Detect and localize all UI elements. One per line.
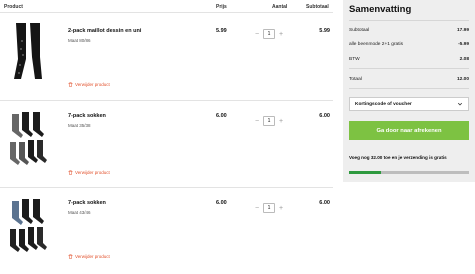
summary-title: Samenvatting	[349, 4, 412, 15]
remove-label: Verwijder product	[75, 170, 110, 175]
cart-table: Product Prijs Aantal Subtotaal 2-pack ma…	[0, 0, 336, 264]
remove-product-button[interactable]: Verwijder product	[68, 82, 110, 87]
summary-label: alle beenmode 2+1 gratis	[349, 42, 404, 47]
decrease-quantity-button[interactable]: −	[251, 115, 263, 127]
quantity-stepper: − 1 +	[251, 115, 291, 127]
free-shipping-note: Voeg nog 32.00 toe en je verzending is g…	[349, 155, 447, 160]
product-subtotal: 6.00	[319, 113, 330, 119]
summary-divider	[349, 68, 469, 69]
product-subtotal: 6.00	[319, 200, 330, 206]
trash-icon	[68, 254, 73, 259]
progress-fill	[349, 171, 382, 174]
header-subtotal: Subtotaal	[306, 4, 329, 10]
remove-label: Verwijder product	[75, 82, 110, 87]
remove-product-button[interactable]: Verwijder product	[68, 170, 110, 175]
summary-row-subtotal: Subtotaal 17.99	[349, 28, 469, 33]
product-subtotal: 5.99	[319, 28, 330, 34]
voucher-dropdown[interactable]: Kortingscode of voucher	[349, 97, 469, 111]
socks-product-image[interactable]	[6, 199, 50, 261]
header-product: Product	[4, 4, 23, 10]
summary-value: 12.00	[456, 77, 469, 82]
summary-value: 2.08	[459, 57, 469, 62]
summary-divider	[349, 20, 469, 21]
product-price: 5.99	[216, 28, 227, 34]
voucher-label: Kortingscode of voucher	[355, 101, 412, 107]
product-name[interactable]: 2-pack maillot dessin en uni	[68, 28, 141, 34]
quantity-input[interactable]: 1	[263, 116, 275, 126]
tights-product-image[interactable]	[6, 21, 50, 83]
quantity-input[interactable]: 1	[263, 203, 275, 213]
decrease-quantity-button[interactable]: −	[251, 28, 263, 40]
trash-icon	[68, 82, 73, 87]
summary-label: Subtotaal	[349, 28, 370, 33]
header-price: Prijs	[216, 4, 227, 10]
increase-quantity-button[interactable]: +	[275, 28, 287, 40]
decrease-quantity-button[interactable]: −	[251, 202, 263, 214]
header-quantity: Aantal	[272, 4, 288, 10]
remove-product-button[interactable]: Verwijder product	[68, 254, 110, 259]
order-summary-panel: Samenvatting Subtotaal 17.99 alle beenmo…	[343, 0, 475, 182]
quantity-stepper: − 1 +	[251, 28, 291, 40]
remove-label: Verwijder product	[75, 254, 110, 259]
summary-label: BTW	[349, 57, 360, 62]
summary-value: -5.99	[458, 42, 469, 47]
increase-quantity-button[interactable]: +	[275, 202, 287, 214]
product-price: 6.00	[216, 200, 227, 206]
product-size: Maat 35/38	[68, 123, 91, 128]
socks-product-image[interactable]	[6, 112, 50, 174]
summary-row-vat: BTW 2.08	[349, 57, 469, 62]
summary-divider	[349, 88, 469, 89]
summary-label: Totaal	[349, 77, 362, 82]
checkout-button[interactable]: Ga door naar afrekenen	[349, 121, 469, 140]
free-shipping-progress	[349, 171, 469, 174]
summary-row-discount: alle beenmode 2+1 gratis -5.99	[349, 42, 469, 47]
quantity-input[interactable]: 1	[263, 29, 275, 39]
summary-value: 17.99	[456, 28, 469, 33]
product-name[interactable]: 7-pack sokken	[68, 200, 106, 206]
trash-icon	[68, 170, 73, 175]
product-price: 6.00	[216, 113, 227, 119]
increase-quantity-button[interactable]: +	[275, 115, 287, 127]
chevron-down-icon	[457, 102, 463, 106]
quantity-stepper: − 1 +	[251, 202, 291, 214]
product-name[interactable]: 7-pack sokken	[68, 113, 106, 119]
summary-row-total: Totaal 12.00	[349, 77, 469, 82]
cart-item: 7-pack sokken Maat 35/38 Verwijder produ…	[0, 101, 336, 187]
cart-item: 7-pack sokken Maat 43/46 Verwijder produ…	[0, 188, 336, 274]
product-size: Maat 80/86	[68, 38, 91, 43]
cart-item: 2-pack maillot dessin en uni Maat 80/86 …	[0, 13, 336, 99]
product-size: Maat 43/46	[68, 210, 91, 215]
